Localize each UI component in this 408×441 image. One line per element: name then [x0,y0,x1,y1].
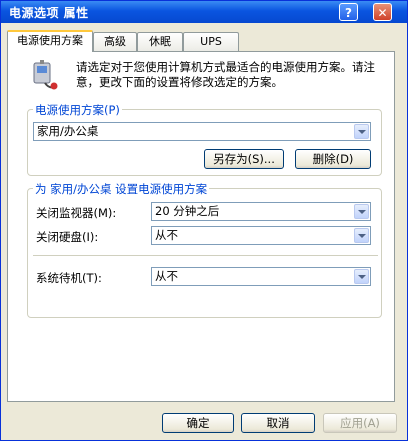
standby-label: 系统待机(T): [36,271,102,285]
monitor-value: 20 分钟之后 [155,204,220,218]
power-scheme-value: 家用/办公桌 [37,124,99,138]
power-options-window: 电源选项 属性 ? ✕ 电源使用方案 高级 休眠 UPS 请选定对于您使用计算机… [0,0,408,441]
tab-ups[interactable]: UPS [183,32,239,51]
save-as-button[interactable]: 另存为(S)... [204,149,284,169]
power-plug-icon [33,60,58,90]
delete-button[interactable]: 删除(D) [295,149,371,169]
harddisk-select[interactable]: 从不 [151,226,371,245]
tab-hibernate[interactable]: 休眠 [137,32,183,51]
tab-advanced[interactable]: 高级 [93,32,137,51]
power-scheme-legend: 电源使用方案(P) [33,102,122,118]
monitor-label: 关闭监视器(M): [36,206,117,220]
intro-text: 请选定对于您使用计算机方式最适合的电源使用方案。请注意，更改下面的设置将修改选定… [76,60,375,89]
tab-power-schemes[interactable]: 电源使用方案 [7,30,93,52]
ok-button[interactable]: 确定 [162,413,234,433]
window-title: 电源选项 属性 [9,6,89,20]
title-bar[interactable]: 电源选项 属性 ? ✕ [1,1,407,23]
chevron-down-icon[interactable] [354,204,369,219]
chevron-down-icon[interactable] [354,228,369,243]
cancel-button[interactable]: 取消 [241,413,315,433]
power-scheme-select[interactable]: 家用/办公桌 [33,122,371,141]
divider [33,255,378,256]
harddisk-value: 从不 [155,228,178,242]
monitor-select[interactable]: 20 分钟之后 [151,202,371,221]
scheme-settings-legend: 为 家用/办公桌 设置电源使用方案 [33,181,210,197]
standby-select[interactable]: 从不 [151,267,371,286]
chevron-down-icon[interactable] [354,269,369,284]
standby-value: 从不 [155,269,178,283]
harddisk-label: 关闭硬盘(I): [36,230,99,244]
help-button[interactable]: ? [339,3,358,21]
chevron-down-icon[interactable] [354,124,369,139]
apply-button[interactable]: 应用(A) [323,413,397,433]
close-button[interactable]: ✕ [373,3,392,21]
